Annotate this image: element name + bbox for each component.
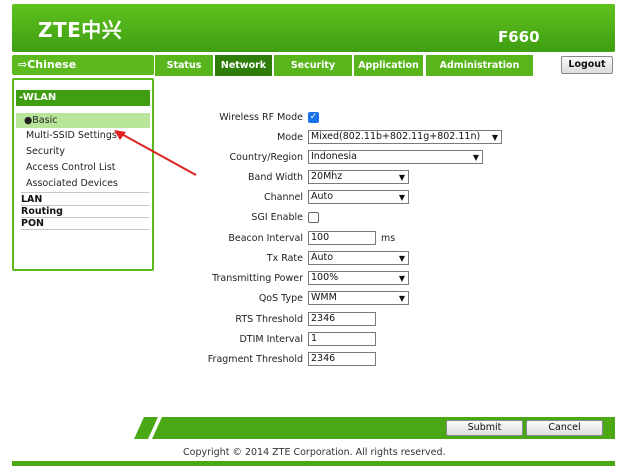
language-switch[interactable]: ⇨Chinese [12,55,154,75]
qos-type-value: WMM [311,292,337,303]
copyright-text: Copyright © 2014 ZTE Corporation. All ri… [183,447,446,458]
channel-select[interactable]: Auto ▼ [308,190,409,204]
cancel-button[interactable]: Cancel [526,420,603,436]
dtim-interval-label: DTIM Interval [239,334,303,345]
tab-administration[interactable]: Administration [426,55,533,76]
chevron-down-icon: ▼ [398,254,405,263]
tab-application[interactable]: Application [354,55,423,76]
header-banner: ZTE中兴 F660 [12,4,615,52]
language-label[interactable]: ⇨Chinese [18,58,76,71]
footer-line [12,461,615,466]
tab-security[interactable]: Security [274,55,352,76]
fragment-threshold-input[interactable]: 2346 [308,352,376,366]
chevron-down-icon: ▼ [398,193,405,202]
channel-label: Channel [263,192,303,203]
wireless-rf-mode-checkbox[interactable]: ✓ [308,112,319,123]
sidebar-section-routing[interactable]: Routing [21,206,63,217]
beacon-interval-label: Beacon Interval [228,233,303,244]
sidebar-divider [21,229,149,230]
chevron-down-icon: ▼ [491,133,498,142]
chevron-down-icon: ▼ [398,173,405,182]
tab-network[interactable]: Network [215,55,272,76]
country-region-value: Indonesia [311,151,357,162]
beacon-interval-input[interactable]: 100 [308,231,376,245]
annotation-arrow-icon [114,130,197,176]
tx-rate-select[interactable]: Auto ▼ [308,251,409,265]
chevron-down-icon: ▼ [398,274,405,283]
country-region-select[interactable]: Indonesia ▼ [308,150,483,164]
sidebar-item-basic[interactable]: ●Basic [16,113,150,128]
device-model: F660 [498,28,540,46]
band-width-label: Band Width [247,172,303,183]
transmitting-power-label: Transmitting Power [212,273,303,284]
transmitting-power-select[interactable]: 100% ▼ [308,271,409,285]
sgi-enable-label: SGI Enable [251,212,303,223]
beacon-interval-unit: ms [381,233,396,244]
band-width-value: 20Mhz [311,171,343,182]
tab-status[interactable]: Status [155,55,213,76]
sgi-enable-checkbox[interactable] [308,212,319,223]
qos-type-label: QoS Type [258,293,303,304]
sidebar-section-wlan[interactable]: -WLAN [16,90,150,106]
sidebar-item-acl[interactable]: Access Control List [26,162,116,173]
logout-button[interactable]: Logout [561,56,613,74]
sidebar-section-pon[interactable]: PON [21,218,44,229]
qos-type-select[interactable]: WMM ▼ [308,291,409,305]
tx-rate-label: Tx Rate [266,253,303,264]
submit-button[interactable]: Submit [446,420,523,436]
tx-rate-value: Auto [311,252,334,263]
sidebar-divider [21,192,149,193]
sidebar-item-security[interactable]: Security [26,146,65,157]
chevron-down-icon: ▼ [472,153,479,162]
fragment-threshold-label: Fragment Threshold [207,354,303,365]
band-width-select[interactable]: 20Mhz ▼ [308,170,409,184]
channel-value: Auto [311,191,334,202]
sidebar-section-lan[interactable]: LAN [21,194,42,205]
country-region-label: Country/Region [229,152,303,163]
wireless-rf-mode-label: Wireless RF Mode [219,112,303,123]
rts-threshold-input[interactable]: 2346 [308,312,376,326]
rts-threshold-label: RTS Threshold [235,314,303,325]
mode-label: Mode [277,132,303,143]
dtim-interval-input[interactable]: 1 [308,332,376,346]
mode-select[interactable]: Mixed(802.11b+802.11g+802.11n) ▼ [308,130,502,144]
chevron-down-icon: ▼ [398,294,405,303]
transmitting-power-value: 100% [311,272,339,283]
mode-value: Mixed(802.11b+802.11g+802.11n) [311,131,481,142]
sidebar-item-multi-ssid[interactable]: Multi-SSID Settings [26,130,117,141]
zte-logo: ZTE中兴 [38,18,123,42]
sidebar-item-associated-devices[interactable]: Associated Devices [26,178,118,189]
